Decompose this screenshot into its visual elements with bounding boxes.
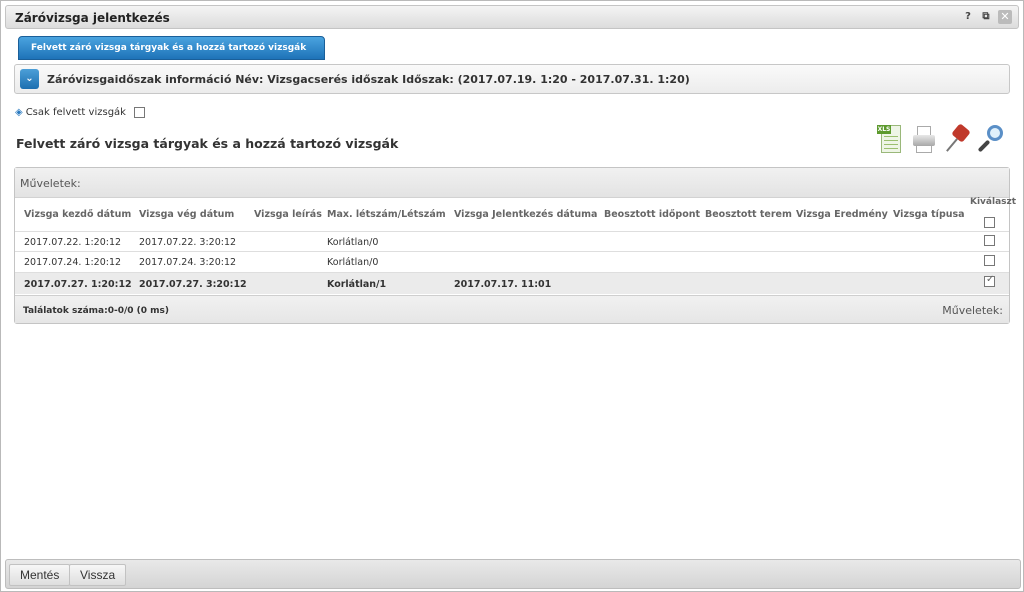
cell-end: 2017.07.24. 3:20:12 (139, 257, 237, 268)
tab-felvett-vizsgak[interactable]: Felvett záró vizsga tárgyak és a hozzá t… (18, 36, 325, 60)
section-title: Felvett záró vizsga tárgyak és a hozzá t… (16, 136, 399, 151)
lens-handle (977, 139, 991, 153)
cell-end: 2017.07.27. 3:20:12 (139, 279, 247, 290)
col-head-select[interactable]: Kiválaszt (970, 197, 1016, 207)
filter-only-registered: ◈ Csak felvett vizsgák (15, 107, 145, 118)
diamond-icon: ◈ (15, 107, 23, 118)
cell-applied: 2017.07.17. 11:01 (454, 279, 552, 290)
row-select-checkbox-checked[interactable] (984, 274, 995, 287)
col-head-end[interactable]: Vizsga vég dátum (139, 209, 234, 220)
question-icon[interactable]: ? (962, 10, 974, 24)
cell-start: 2017.07.22. 1:20:12 (24, 237, 122, 248)
select-all-checkbox[interactable] (984, 217, 995, 228)
bottom-button-bar: Mentés Vissza (5, 559, 1021, 589)
table-row[interactable]: 2017.07.24. 1:20:12 2017.07.24. 3:20:12 … (15, 251, 1009, 271)
expand-chevron-icon[interactable]: ⌄ (20, 69, 39, 89)
row-select-checkbox[interactable] (984, 235, 995, 246)
window-title: Záróvizsga jelentkezés (15, 11, 170, 25)
table-row[interactable]: 2017.07.22. 1:20:12 2017.07.22. 3:20:12 … (15, 231, 1009, 251)
col-head-slot[interactable]: Beosztott időpont (604, 209, 700, 220)
operations-label-bottom[interactable]: Műveletek: (942, 304, 1003, 317)
col-head-capacity[interactable]: Max. létszám/Létszám (327, 209, 446, 220)
cell-end: 2017.07.22. 3:20:12 (139, 237, 237, 248)
period-info-bar: ⌄ Záróvizsgaidőszak információ Név: Vizs… (14, 64, 1010, 94)
search-icon[interactable] (977, 123, 1005, 157)
operations-label-top[interactable]: Műveletek: (20, 177, 81, 190)
cell-start: 2017.07.27. 1:20:12 (24, 279, 132, 290)
grid-footer: Találatok száma:0-0/0 (0 ms) Műveletek: (15, 295, 1009, 323)
printer-output (916, 145, 932, 153)
close-icon[interactable]: ✕ (998, 10, 1012, 24)
cell-capacity: Korlátlan/0 (327, 257, 379, 268)
window-controls: ? ⧉ ✕ (962, 10, 1012, 24)
col-head-result[interactable]: Vizsga Eredmény (796, 209, 888, 220)
col-head-applied[interactable]: Vizsga Jelentkezés dátuma (454, 209, 597, 220)
col-head-room[interactable]: Beosztott terem (705, 209, 792, 220)
filter-checkbox[interactable] (133, 107, 145, 118)
popout-icon[interactable]: ⧉ (980, 10, 992, 24)
result-count: Találatok száma:0-0/0 (0 ms) (23, 306, 169, 316)
title-bar: Záróvizsga jelentkezés ? ⧉ ✕ (5, 5, 1019, 29)
cell-capacity: Korlátlan/1 (327, 279, 387, 290)
grid-toolbar: XLS (877, 123, 1005, 157)
back-button[interactable]: Vissza (69, 564, 127, 586)
col-head-start[interactable]: Vizsga kezdő dátum (24, 209, 131, 220)
exam-grid: Műveletek: Vizsga kezdő dátum Vizsga vég… (14, 167, 1016, 324)
filter-label: Csak felvett vizsgák (25, 107, 126, 118)
pin-icon[interactable] (945, 123, 971, 157)
period-info-text: Záróvizsgaidőszak információ Név: Vizsga… (47, 73, 690, 86)
save-button[interactable]: Mentés (9, 564, 71, 586)
cell-capacity: Korlátlan/0 (327, 237, 379, 248)
lens-ring (987, 125, 1003, 141)
dialog-window: Záróvizsga jelentkezés ? ⧉ ✕ Felvett zár… (0, 0, 1024, 592)
xls-tag: XLS (877, 125, 891, 134)
print-icon[interactable] (911, 123, 937, 157)
grid-operations-top: Műveletek: (15, 168, 1009, 198)
pin-needle (946, 138, 958, 152)
cell-start: 2017.07.24. 1:20:12 (24, 257, 122, 268)
excel-export-icon[interactable]: XLS (877, 123, 903, 157)
col-head-desc[interactable]: Vizsga leírás (254, 209, 322, 220)
row-select-checkbox[interactable] (984, 255, 995, 266)
col-head-type[interactable]: Vizsga típusa (893, 209, 965, 220)
table-row-selected[interactable]: 2017.07.27. 1:20:12 2017.07.27. 3:20:12 … (15, 272, 1009, 294)
